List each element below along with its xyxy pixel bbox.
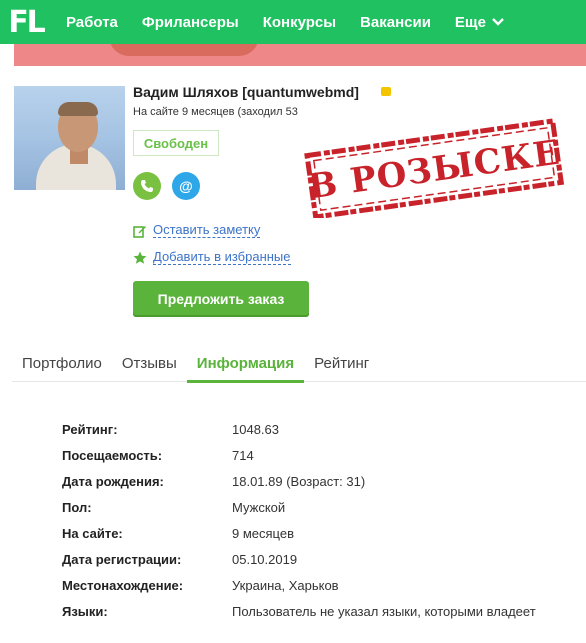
top-nav: FL Работа Фрилансеры Конкурсы Вакансии Е… — [0, 0, 586, 44]
info-row: На сайте: 9 месяцев — [62, 520, 582, 546]
info-value: 05.10.2019 — [232, 551, 298, 567]
nav-item-more-label: Еще — [454, 13, 486, 31]
info-row: Рейтинг: 1048.63 — [62, 416, 582, 442]
pro-badge-icon — [381, 87, 391, 96]
info-key: Языки: — [62, 603, 108, 619]
nav-item-vacancies[interactable]: Вакансии — [360, 14, 431, 31]
info-key: Пол: — [62, 499, 92, 515]
wanted-stamp: В РОЗЫСКЕ — [304, 118, 565, 218]
info-key: На сайте: — [62, 525, 123, 541]
info-value: Пользователь не указал языки, которыми в… — [232, 603, 536, 619]
nav-item-freelancers[interactable]: Фрилансеры — [142, 14, 239, 31]
nav-item-jobs[interactable]: Работа — [66, 14, 118, 31]
pencil-icon — [133, 225, 146, 238]
offer-order-button[interactable]: Предложить заказ — [133, 281, 309, 317]
nav-item-contests[interactable]: Конкурсы — [263, 14, 336, 31]
chevron-down-icon — [492, 18, 504, 26]
avatar[interactable] — [14, 86, 125, 190]
info-key: Местонахождение: — [62, 577, 184, 593]
info-value: 9 месяцев — [232, 525, 294, 541]
tab-reviews[interactable]: Отзывы — [112, 350, 187, 381]
profile-name: Вадим Шляхов [quantumwebmd] — [133, 84, 359, 100]
info-row: Посещаемость: 714 — [62, 442, 582, 468]
info-row: Местонахождение: Украина, Харьков — [62, 572, 582, 598]
info-key: Рейтинг: — [62, 421, 118, 437]
info-value: 714 — [232, 447, 254, 463]
info-key: Посещаемость: — [62, 447, 163, 463]
nav-item-more[interactable]: Еще — [455, 14, 504, 31]
leave-note-link[interactable]: Оставить заметку — [133, 222, 261, 238]
info-key: Дата рождения: — [62, 473, 164, 489]
email-icon[interactable]: @ — [172, 172, 200, 200]
info-row: Пол: Мужской — [62, 494, 582, 520]
info-value: Украина, Харьков — [232, 577, 339, 593]
leave-note-label: Оставить заметку — [153, 222, 261, 238]
tab-information[interactable]: Информация — [186, 350, 305, 383]
star-icon — [133, 251, 147, 264]
add-favorite-link[interactable]: Добавить в избранные — [133, 250, 291, 265]
last-seen-text: На сайте 9 месяцев (заходил 53 — [133, 106, 298, 118]
phone-icon[interactable] — [133, 172, 161, 200]
tab-rating[interactable]: Рейтинг — [304, 350, 379, 381]
info-row: Дата рождения: 18.01.89 (Возраст: 31) — [62, 468, 582, 494]
info-value: Мужской — [232, 499, 286, 515]
info-row: Языки: Пользователь не указал языки, кот… — [62, 598, 582, 624]
status-badge: Свободен — [133, 130, 219, 156]
tab-portfolio[interactable]: Портфолио — [12, 350, 112, 381]
info-table: Рейтинг: 1048.63 Посещаемость: 714 Дата … — [62, 416, 582, 624]
profile-cover — [14, 44, 586, 66]
info-value: 18.01.89 (Возраст: 31) — [232, 473, 366, 489]
info-key: Дата регистрации: — [62, 551, 182, 567]
site-logo[interactable]: FL — [0, 0, 52, 44]
info-row: Дата регистрации: 05.10.2019 — [62, 546, 582, 572]
add-favorite-label: Добавить в избранные — [153, 249, 291, 265]
info-value: 1048.63 — [232, 421, 279, 437]
profile-tabs: Портфолио Отзывы Информация Рейтинг — [12, 350, 586, 383]
